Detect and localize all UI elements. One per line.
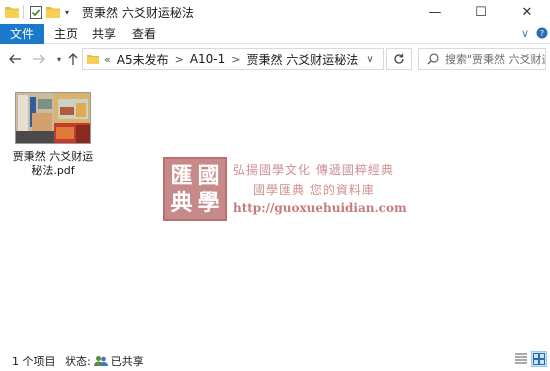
seal-char: 國: [197, 162, 220, 189]
seal-logo: 匯 國 典 學: [163, 157, 227, 221]
address-overflow[interactable]: «: [104, 53, 111, 66]
status-label: 状态:: [65, 355, 91, 368]
pdf-thumbnail: [15, 92, 91, 144]
toolbar-divider: [23, 5, 24, 19]
customize-toolbar-chevron-icon[interactable]: ▾: [62, 4, 72, 20]
breadcrumb-separator-icon[interactable]: >: [175, 53, 184, 66]
maximize-button[interactable]: ☐: [458, 0, 504, 24]
properties-icon[interactable]: [29, 4, 43, 20]
help-icon[interactable]: ?: [536, 27, 548, 42]
status-value: 已共享: [110, 355, 144, 368]
watermark-url: http://guoxuehuidian.com: [233, 201, 407, 215]
minimize-button[interactable]: —: [412, 0, 458, 24]
back-arrow-icon[interactable]: [6, 50, 24, 68]
new-folder-icon[interactable]: [46, 4, 60, 20]
breadcrumb-separator-icon[interactable]: >: [231, 53, 240, 66]
search-icon: [427, 53, 439, 65]
watermark-slogan: 弘揚國學文化 傳遞國粹經典: [233, 163, 394, 177]
file-list-area[interactable]: 贾秉然 六爻财运秘法.pdf 匯 國 典 學 弘揚國學文化 傳遞國粹經典 國學匯…: [0, 74, 550, 347]
address-history-chevron-icon[interactable]: ∨: [356, 48, 384, 70]
share-status: 状态: 已共享: [65, 353, 144, 369]
tab-home[interactable]: 主页: [48, 24, 84, 44]
breadcrumb-a10-1[interactable]: A10-1: [190, 52, 225, 66]
refresh-button[interactable]: [386, 48, 412, 70]
window-title: 贾秉然 六爻财运秘法: [82, 6, 194, 20]
address-bar[interactable]: « A5未发布 > A10-1 > 贾秉然 六爻财运秘法: [82, 48, 384, 70]
tab-file[interactable]: 文件: [0, 24, 44, 44]
folder-icon: [5, 4, 19, 20]
address-folder-icon: [87, 54, 99, 64]
file-name[interactable]: 贾秉然 六爻财运秘法.pdf: [10, 150, 96, 178]
tab-share[interactable]: 共享: [86, 24, 122, 44]
breadcrumb-a5[interactable]: A5未发布: [117, 51, 169, 68]
refresh-icon: [394, 53, 404, 64]
search-placeholder: 搜索"贾秉然 六爻财运...: [445, 53, 545, 66]
svg-text:?: ?: [540, 29, 544, 38]
expand-ribbon-chevron-icon[interactable]: ∨: [521, 27, 529, 40]
close-button[interactable]: ✕: [504, 0, 550, 24]
seal-char: 匯: [170, 162, 193, 189]
navigation-bar: ▾ « A5未发布 > A10-1 > 贾秉然 六爻财运秘法 ∨ 搜索"贾秉然 …: [0, 44, 550, 74]
seal-char: 學: [197, 189, 220, 216]
details-view-icon[interactable]: [513, 351, 529, 367]
title-bar: ▾ 贾秉然 六爻财运秘法 — ☐ ✕: [0, 0, 550, 24]
item-count: 1 个项目: [12, 355, 56, 368]
forward-arrow-icon[interactable]: [30, 50, 48, 68]
large-icons-view-icon[interactable]: [531, 351, 547, 367]
breadcrumb-current-folder[interactable]: 贾秉然 六爻财运秘法: [246, 51, 358, 68]
status-bar: 1 个项目 状态: 已共享: [0, 347, 550, 371]
shared-users-icon: [93, 355, 108, 367]
ribbon-tabs: 文件 主页 共享 查看 ∨ ?: [0, 24, 550, 44]
watermark-tagline: 國學匯典 您的資料庫: [253, 183, 375, 197]
search-input[interactable]: 搜索"贾秉然 六爻财运...: [418, 48, 546, 70]
file-item[interactable]: 贾秉然 六爻财运秘法.pdf: [10, 88, 96, 184]
seal-char: 典: [170, 189, 193, 216]
up-arrow-icon[interactable]: [64, 50, 82, 68]
tab-view[interactable]: 查看: [126, 24, 162, 44]
watermark: 匯 國 典 學 弘揚國學文化 傳遞國粹經典 國學匯典 您的資料庫 http://…: [163, 157, 407, 221]
